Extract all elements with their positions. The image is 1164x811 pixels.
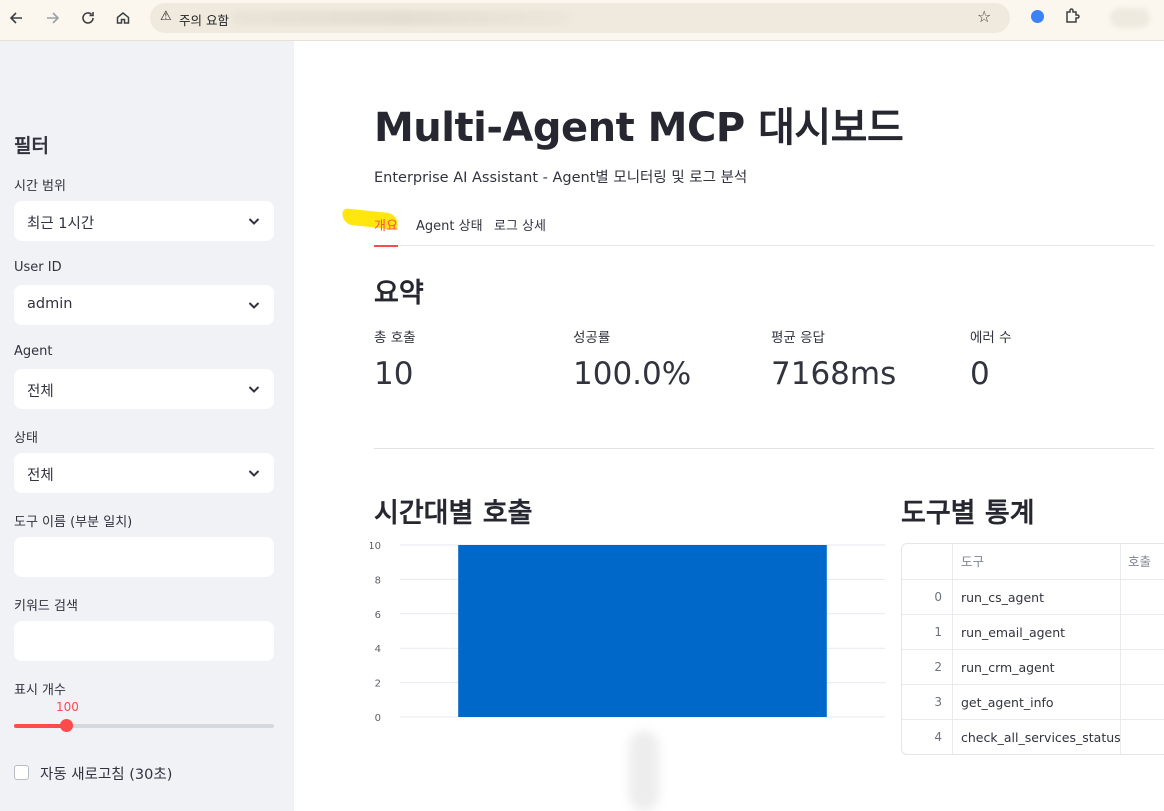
tool-name-label: 도구 이름 (부분 일치): [14, 515, 133, 530]
table-row[interactable]: 1 run_email_agent: [902, 615, 1164, 650]
metric-value: 7168ms: [771, 356, 897, 392]
row-index: 2: [902, 650, 953, 684]
tab-bar: 개요 Agent 상태 로그 상세: [374, 213, 1154, 247]
slider-fill: [14, 724, 66, 728]
y-tick-label: 10: [370, 541, 381, 552]
calls-cell[interactable]: [1121, 615, 1164, 649]
user-id-select[interactable]: admin: [14, 285, 274, 325]
calls-column-header[interactable]: 호출: [1121, 544, 1164, 579]
table-row[interactable]: 4 check_all_services_status: [902, 720, 1164, 754]
hourly-calls-chart: 0 2 4 6 8 10: [370, 541, 885, 724]
bookmark-star-icon[interactable]: ☆: [977, 7, 991, 26]
row-index: 3: [902, 685, 953, 719]
y-tick-label: 4: [375, 644, 381, 655]
table-row[interactable]: 3 get_agent_info: [902, 685, 1164, 720]
metric-value: 10: [374, 356, 414, 392]
page-subtitle: Enterprise AI Assistant - Agent별 모니터링 및 …: [374, 170, 748, 186]
calls-cell[interactable]: [1121, 720, 1164, 754]
bar: [458, 545, 827, 717]
agent-label: Agent: [14, 344, 53, 359]
metric-value: 0: [970, 356, 990, 392]
tool-stats-table: 도구 호출 0 run_cs_agent 1 run_email_agent 2…: [901, 543, 1164, 755]
row-index: 0: [902, 580, 953, 614]
metric-total-calls: 총 호출 10: [374, 326, 416, 392]
display-count-value: 100: [56, 700, 79, 714]
forward-arrow-icon[interactable]: [41, 7, 63, 29]
calls-cell[interactable]: [1121, 685, 1164, 719]
y-tick-label: 2: [375, 679, 381, 690]
y-tick-label: 8: [375, 575, 381, 586]
agent-value: 전체: [27, 384, 54, 400]
chevron-down-icon: [248, 470, 260, 477]
tool-cell[interactable]: get_agent_info: [953, 685, 1121, 719]
address-security-text: 주의 요함: [179, 13, 229, 28]
status-label: 상태: [14, 431, 38, 446]
calls-cell[interactable]: [1121, 580, 1164, 614]
tool-cell[interactable]: run_cs_agent: [953, 580, 1121, 614]
slider-thumb[interactable]: [60, 719, 73, 732]
metric-label: 에러 수: [970, 330, 1012, 346]
sidebar: 필터 시간 범위 최근 1시간 User ID admin Agent 전체 상…: [0, 41, 294, 811]
keyword-label: 키워드 검색: [14, 599, 78, 614]
extension-icon[interactable]: [1031, 10, 1044, 23]
table-row[interactable]: 2 run_crm_agent: [902, 650, 1164, 685]
row-index: 4: [902, 720, 953, 754]
tool-name-input[interactable]: [14, 537, 274, 577]
chevron-down-icon: [248, 386, 260, 393]
status-select[interactable]: 전체: [14, 453, 274, 493]
warning-icon: ⚠: [160, 9, 172, 24]
tool-cell[interactable]: run_crm_agent: [953, 650, 1121, 684]
keyword-search-input[interactable]: [14, 621, 274, 661]
metric-avg-response: 평균 응답 7168ms: [771, 326, 896, 392]
section-divider: [374, 448, 1154, 449]
table-header-row: 도구 호출: [902, 544, 1164, 580]
user-id-label: User ID: [14, 260, 62, 275]
back-arrow-icon[interactable]: [6, 7, 28, 29]
home-icon[interactable]: [112, 7, 134, 29]
time-range-select[interactable]: 최근 1시간: [14, 201, 274, 241]
blurred-url: [232, 11, 572, 25]
table-row[interactable]: 0 run_cs_agent: [902, 580, 1164, 615]
page-title: Multi-Agent MCP 대시보드: [374, 105, 904, 151]
tab-log-detail[interactable]: 로그 상세: [494, 215, 546, 246]
y-tick-label: 0: [375, 713, 381, 724]
auto-refresh-label[interactable]: 자동 새로고침 (30초): [40, 763, 172, 784]
chevron-down-icon: [248, 302, 260, 309]
sidebar-title: 필터: [14, 135, 49, 157]
blurred-region: [629, 731, 659, 811]
reload-icon[interactable]: [77, 7, 99, 29]
metric-error-count: 에러 수 0: [970, 326, 1012, 392]
tab-overview[interactable]: 개요: [374, 215, 398, 247]
user-id-value: admin: [27, 296, 73, 312]
auto-refresh-checkbox[interactable]: [14, 765, 29, 780]
extensions-puzzle-icon[interactable]: [1063, 6, 1085, 28]
profile-avatar[interactable]: [1110, 8, 1150, 28]
time-range-value: 최근 1시간: [27, 216, 95, 232]
index-header: [902, 544, 953, 579]
calls-cell[interactable]: [1121, 650, 1164, 684]
tool-cell[interactable]: check_all_services_status: [953, 720, 1121, 754]
address-bar[interactable]: ⚠ 주의 요함: [150, 3, 1010, 33]
metric-label: 성공률: [573, 330, 611, 346]
tool-cell[interactable]: run_email_agent: [953, 615, 1121, 649]
metric-label: 평균 응답: [771, 330, 825, 346]
tab-agent-status[interactable]: Agent 상태: [416, 215, 483, 246]
time-range-label: 시간 범위: [14, 179, 66, 194]
browser-toolbar: ⚠ 주의 요함 ☆: [0, 0, 1164, 41]
metric-success-rate: 성공률 100.0%: [573, 326, 691, 392]
metric-value: 100.0%: [573, 356, 692, 392]
tool-stats-heading: 도구별 통계: [901, 498, 1035, 529]
metric-label: 총 호출: [374, 330, 416, 346]
display-count-label: 표시 개수: [14, 683, 66, 698]
y-tick-label: 6: [375, 610, 381, 621]
summary-heading: 요약: [374, 278, 424, 309]
row-index: 1: [902, 615, 953, 649]
main-content: Multi-Agent MCP 대시보드 Enterprise AI Assis…: [294, 41, 1164, 811]
status-value: 전체: [27, 468, 54, 484]
hourly-calls-heading: 시간대별 호출: [374, 498, 533, 529]
chevron-down-icon: [248, 218, 260, 225]
display-count-slider[interactable]: [14, 719, 274, 732]
agent-select[interactable]: 전체: [14, 369, 274, 409]
tool-column-header[interactable]: 도구: [953, 544, 1121, 579]
